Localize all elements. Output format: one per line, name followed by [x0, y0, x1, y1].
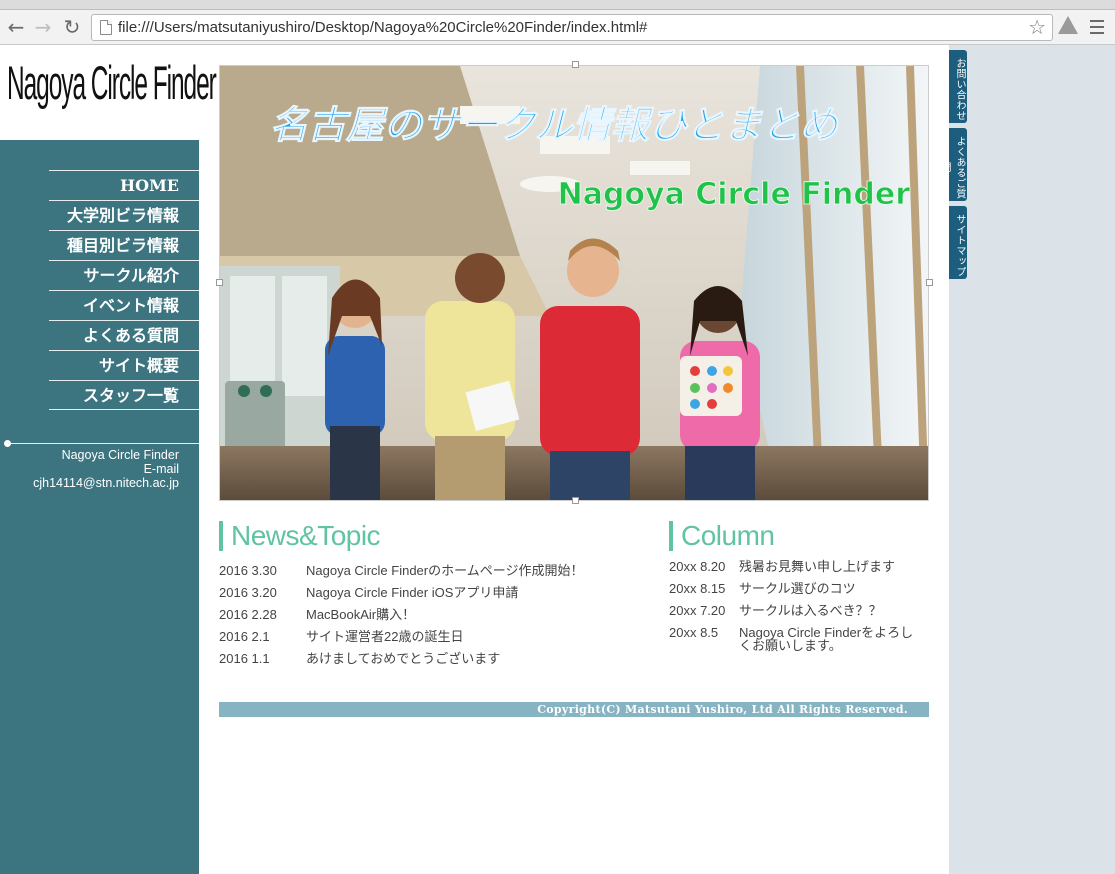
menu-item-staff[interactable]: スタッフ一覧	[49, 380, 199, 410]
menu-icon[interactable]	[1090, 20, 1104, 38]
column-list: 20xx 8.20 残暑お見舞い申し上げます 20xx 8.15 サークル選びのコツ…	[669, 560, 929, 661]
column-text[interactable]: Nagoya Circle Finderをよろしくお願いします。	[739, 626, 919, 652]
page-icon	[100, 20, 112, 35]
resize-handle-right[interactable]	[926, 279, 933, 286]
news-item[interactable]: 2016 2.28 MacBookAir購入！	[219, 604, 639, 626]
side-tab-faq[interactable]: よくあるご質問	[939, 128, 967, 201]
site-logo[interactable]: Nagoya Circle Finder	[7, 55, 217, 110]
browser-toolbar: ← → ↻ file:///Users/matsutaniyushiro/Des…	[0, 10, 1115, 45]
news-date: 2016 3.30	[219, 563, 277, 578]
star-icon[interactable]: ☆	[1028, 16, 1046, 38]
news-date: 2016 1.1	[219, 651, 270, 666]
hero-headline-jp: 名古屋のサークル情報ひとまとめ	[270, 103, 840, 147]
column-item[interactable]: 20xx 8.20 残暑お見舞い申し上げます	[669, 560, 929, 573]
column-date: 20xx 8.5	[669, 625, 719, 640]
logo-area: Nagoya Circle Finder	[0, 45, 217, 140]
back-arrow-icon[interactable]: ←	[4, 15, 28, 39]
column-date: 20xx 8.15	[669, 581, 726, 596]
right-gutter	[949, 45, 1115, 874]
news-text[interactable]: あけましておめでとうございます	[306, 651, 500, 666]
news-date: 2016 2.1	[219, 629, 270, 644]
news-text[interactable]: Nagoya Circle Finderのホームページ作成開始！	[306, 563, 583, 578]
tab-strip	[0, 0, 1115, 10]
hero-photo: 名古屋のサークル情報ひとまとめ Nagoya Circle Finder	[220, 66, 928, 500]
news-text[interactable]: サイト運営者22歳の誕生日	[306, 629, 463, 644]
menu-item-university-flyers[interactable]: 大学別ビラ情報	[49, 200, 199, 230]
resize-handle-top[interactable]	[572, 61, 579, 68]
column-date: 20xx 7.20	[669, 603, 726, 618]
side-tab-contact[interactable]: お問い合わせ	[949, 50, 967, 123]
sidebar: Nagoya Circle Finder HOME 大学別ビラ情報 種目別ビラ情…	[0, 45, 217, 874]
url-text[interactable]: file:///Users/matsutaniyushiro/Desktop/N…	[118, 19, 647, 36]
news-item[interactable]: 2016 2.1 サイト運営者22歳の誕生日	[219, 626, 639, 648]
hero-headline-en: Nagoya Circle Finder	[558, 177, 911, 212]
menu-item-home[interactable]: HOME	[49, 170, 199, 200]
page-viewport: Nagoya Circle Finder HOME 大学別ビラ情報 種目別ビラ情…	[0, 45, 1115, 874]
resize-handle-left[interactable]	[216, 279, 223, 286]
contact-email-label: E-mail	[143, 462, 179, 476]
menu-item-about[interactable]: サイト概要	[49, 350, 199, 380]
column-text[interactable]: サークルは入るべき？？	[739, 604, 919, 617]
forward-arrow-icon[interactable]: →	[31, 15, 55, 39]
drive-icon[interactable]	[1058, 16, 1078, 34]
resize-handle-bottom[interactable]	[572, 497, 579, 504]
contact-info: Nagoya Circle Finder E-mail cjh14114@stn…	[0, 448, 179, 490]
column-text[interactable]: サークル選びのコツ	[739, 582, 919, 595]
news-item[interactable]: 2016 3.20 Nagoya Circle Finder iOSアプリ申請	[219, 582, 639, 604]
column-title: Column	[669, 521, 775, 551]
news-list: 2016 3.30 Nagoya Circle Finderのホームページ作成開始…	[219, 560, 639, 670]
main-menu: HOME 大学別ビラ情報 種目別ビラ情報 サークル紹介 イベント情報 よくある質…	[49, 170, 199, 410]
menu-item-circle-intro[interactable]: サークル紹介	[49, 260, 199, 290]
menu-item-events[interactable]: イベント情報	[49, 290, 199, 320]
side-tab-sitemap[interactable]: サイトマップ	[949, 206, 967, 279]
reload-icon[interactable]: ↻	[60, 15, 84, 39]
column-item[interactable]: 20xx 7.20 サークルは入るべき？？	[669, 604, 929, 617]
column-item[interactable]: 20xx 8.5 Nagoya Circle Finderをよろしくお願いします。	[669, 626, 929, 652]
news-item[interactable]: 2016 3.30 Nagoya Circle Finderのホームページ作成開始…	[219, 560, 639, 582]
copyright-bar: Copyright(C) Matsutani Yushiro, Ltd All …	[219, 702, 929, 717]
news-title: News&Topic	[219, 521, 381, 551]
menu-item-faq[interactable]: よくある質問	[49, 320, 199, 350]
contact-email[interactable]: cjh14114@stn.nitech.ac.jp	[0, 476, 179, 490]
news-item[interactable]: 2016 1.1 あけましておめでとうございます	[219, 648, 639, 670]
news-date: 2016 3.20	[219, 585, 277, 600]
contact-name: Nagoya Circle Finder	[61, 448, 179, 462]
news-text[interactable]: Nagoya Circle Finder iOSアプリ申請	[306, 585, 518, 600]
contact-divider	[7, 443, 199, 444]
column-item[interactable]: 20xx 8.15 サークル選びのコツ	[669, 582, 929, 595]
address-bar[interactable]: file:///Users/matsutaniyushiro/Desktop/N…	[91, 14, 1053, 41]
contact-dot	[4, 440, 11, 447]
news-date: 2016 2.28	[219, 607, 277, 622]
menu-item-category-flyers[interactable]: 種目別ビラ情報	[49, 230, 199, 260]
news-text[interactable]: MacBookAir購入！	[306, 607, 415, 622]
column-date: 20xx 8.20	[669, 559, 726, 574]
hero-banner: 名古屋のサークル情報ひとまとめ Nagoya Circle Finder	[219, 65, 929, 501]
column-text[interactable]: 残暑お見舞い申し上げます	[739, 560, 919, 573]
